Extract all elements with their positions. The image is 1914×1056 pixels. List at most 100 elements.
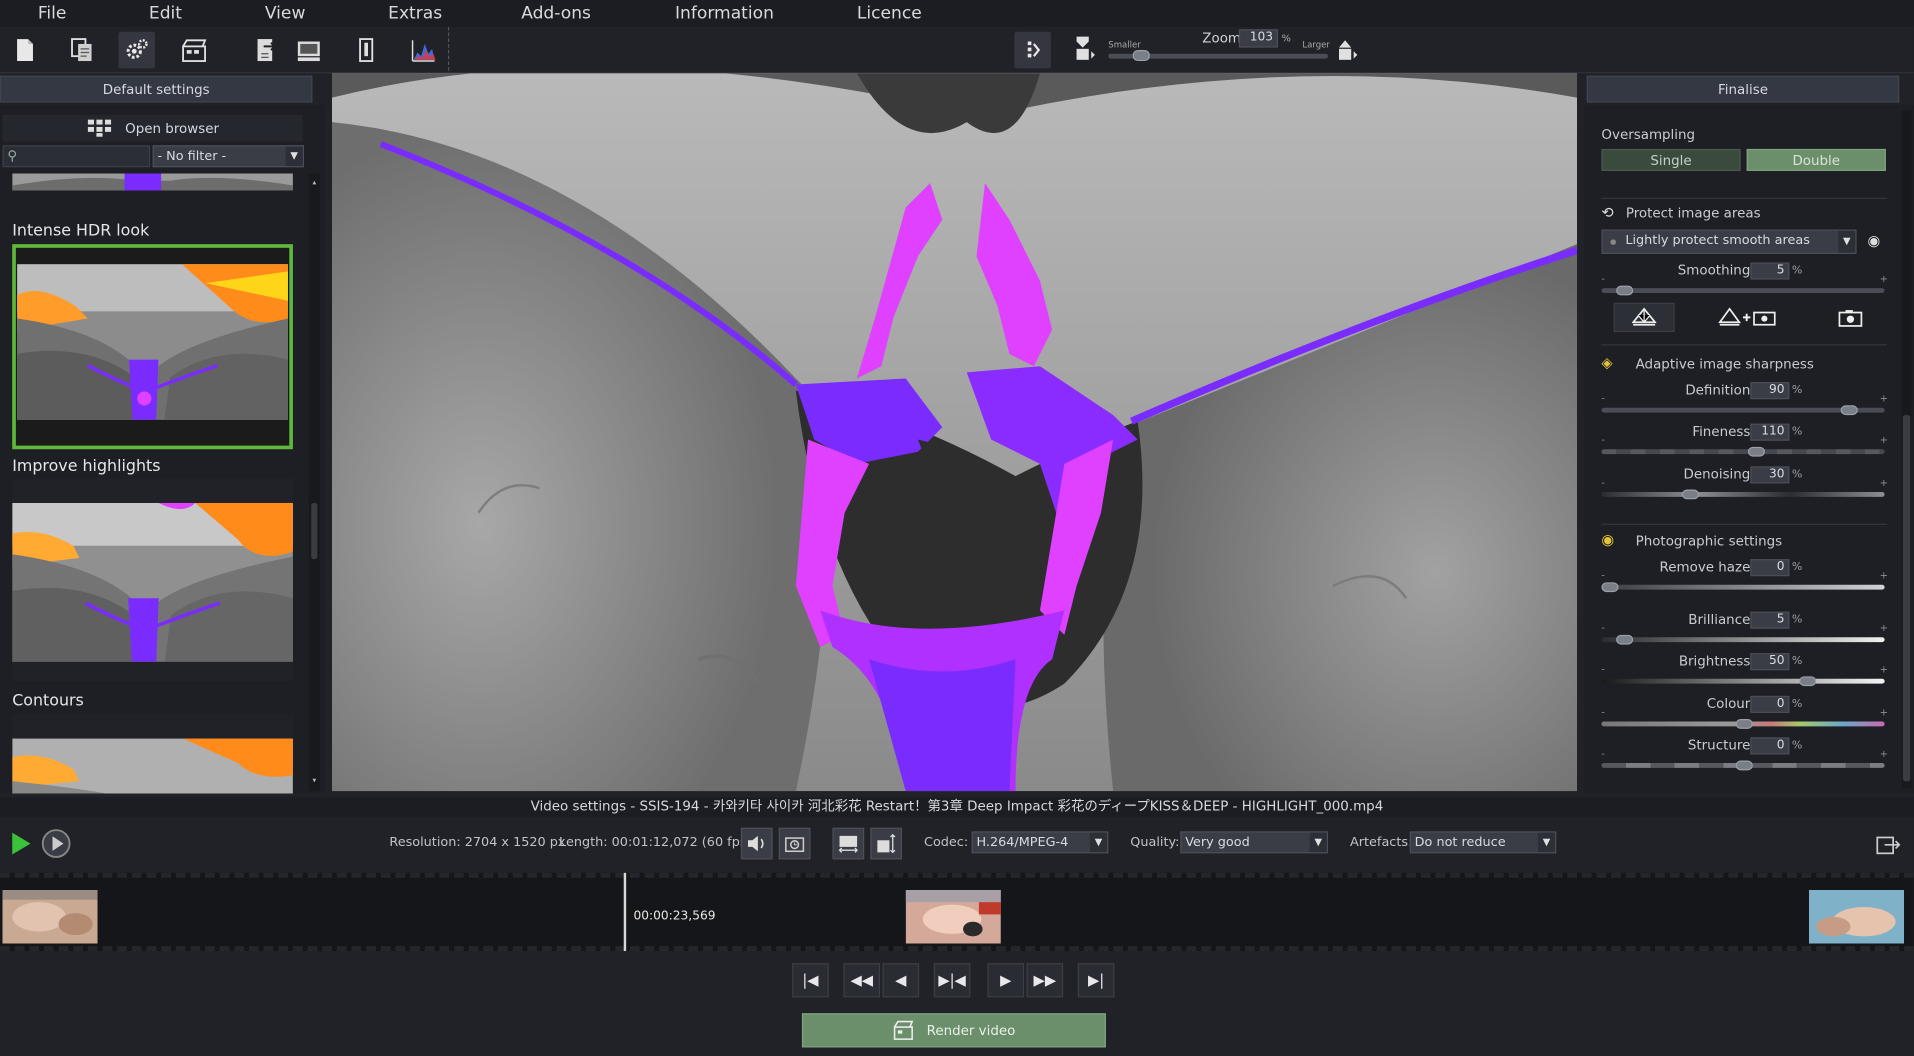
menu-extras[interactable]: Extras [388, 4, 442, 24]
oversampling-double-button[interactable]: Double [1746, 148, 1886, 171]
audio-button[interactable] [740, 827, 773, 860]
codec-dropdown[interactable]: H.264/MPEG-4 ▼ [971, 831, 1109, 854]
go-to-end-button[interactable]: ▶| [1077, 963, 1115, 998]
remove-haze-value[interactable]: 0 [1750, 559, 1790, 577]
denoising-slider-knob[interactable] [1681, 489, 1700, 500]
monitor-icon[interactable] [291, 32, 328, 69]
split-view-icon[interactable] [1014, 31, 1051, 69]
structure-value[interactable]: 0 [1750, 737, 1790, 755]
preset-thumbnail-contours[interactable] [12, 714, 293, 794]
brightness-slider[interactable] [1601, 678, 1885, 684]
thermometer-icon[interactable] [348, 32, 385, 69]
rewind-button[interactable]: ◀◀ [843, 963, 881, 998]
menu-edit[interactable]: Edit [149, 4, 182, 24]
fast-forward-button[interactable]: ▶▶ [1026, 963, 1064, 998]
next-frame-icon: ▶ [1000, 971, 1012, 989]
colour-slider-knob[interactable] [1735, 719, 1753, 729]
smoothing-slider-knob[interactable] [1616, 285, 1634, 296]
percent-sign: % [1791, 561, 1803, 574]
render-video-button[interactable]: Render video [801, 1013, 1106, 1048]
artefacts-label: Artefacts: [1349, 835, 1413, 850]
video-controls-row: Resolution: 2704 x 1520 px Length: 00:01… [0, 817, 1914, 870]
scroll-down-icon[interactable]: ▾ [309, 776, 320, 786]
histogram-icon[interactable] [405, 32, 442, 69]
preset-thumbnail-intense-hdr[interactable] [12, 244, 293, 450]
zoom-slider-knob[interactable] [1132, 50, 1150, 62]
brilliance-slider-knob[interactable] [1616, 634, 1634, 645]
finalise-header[interactable]: Finalise [1586, 75, 1900, 103]
snapshot-button[interactable] [778, 827, 811, 860]
video-timeline[interactable]: 00:00:23,569 [0, 872, 1914, 952]
play-preview-icon[interactable] [40, 828, 72, 860]
play-icon[interactable] [5, 829, 34, 858]
preset-search-input[interactable]: ⚲ [2, 145, 151, 168]
menu-view[interactable]: View [265, 4, 306, 24]
remove-haze-slider-knob[interactable] [1601, 582, 1619, 593]
fit-width-button[interactable] [832, 827, 865, 860]
menu-addons[interactable]: Add-ons [521, 4, 591, 24]
film-clapper-icon[interactable] [176, 32, 213, 69]
minus-sign: - [1601, 273, 1605, 285]
remove-haze-slider[interactable] [1601, 584, 1885, 590]
go-to-start-button[interactable]: |◀ [792, 963, 829, 998]
denoising-slider[interactable] [1601, 491, 1885, 497]
protect-mode-camera-button[interactable] [1826, 303, 1875, 332]
settings-gear-icon[interactable] [118, 31, 156, 69]
plus-sign: + [1879, 434, 1888, 446]
finalise-scroll-thumb[interactable] [1902, 415, 1911, 782]
copy-document-icon[interactable] [63, 32, 100, 69]
preset-thumbnail-improve-highlights[interactable] [12, 478, 293, 682]
center-marker-button[interactable]: ▶|◀ [933, 963, 971, 998]
menu-licence[interactable]: Licence [857, 4, 922, 24]
menu-file[interactable]: File [38, 4, 67, 24]
fit-height-button[interactable] [870, 827, 903, 860]
export-icon[interactable] [248, 32, 285, 69]
scroll-up-icon[interactable]: ▴ [309, 178, 320, 188]
preset-filter-dropdown[interactable]: - No filter - ▼ [152, 145, 304, 168]
codec-label: Codec: [923, 835, 969, 850]
zoom-value-field[interactable]: 103 [1238, 29, 1278, 48]
fast-forward-icon: ▶▶ [1033, 971, 1057, 989]
quality-dropdown[interactable]: Very good ▼ [1180, 831, 1329, 854]
protect-mode-shape-button[interactable] [1613, 302, 1675, 333]
brilliance-slider[interactable] [1601, 637, 1885, 643]
menu-information[interactable]: Information [675, 4, 774, 24]
smoothing-value[interactable]: 5 [1750, 262, 1790, 280]
preset-thumbnail-partial[interactable] [12, 173, 293, 191]
preset-list-scrollbar[interactable]: ▴ ▾ [308, 173, 320, 792]
fineness-value[interactable]: 110 [1750, 423, 1790, 441]
finalise-scrollbar[interactable] [1901, 109, 1912, 789]
brilliance-value[interactable]: 5 [1750, 611, 1790, 629]
fineness-slider-knob[interactable] [1747, 446, 1765, 457]
timeline-thumbnail[interactable] [1808, 889, 1905, 944]
timeline-thumbnail[interactable] [905, 889, 1001, 944]
definition-value[interactable]: 90 [1750, 382, 1790, 400]
previous-frame-button[interactable]: ◀ [882, 963, 920, 998]
brightness-value[interactable]: 50 [1750, 653, 1790, 671]
next-frame-button[interactable]: ▶ [987, 963, 1025, 998]
fineness-slider[interactable] [1601, 449, 1885, 455]
search-icon: ⚲ [7, 147, 18, 164]
definition-slider-knob[interactable] [1840, 405, 1858, 416]
timeline-thumbnail[interactable] [2, 889, 98, 944]
eye-preview-icon[interactable]: ◉ [1868, 232, 1881, 249]
percent-sign: % [1791, 384, 1803, 397]
oversampling-single-button[interactable]: Single [1601, 148, 1741, 171]
protect-areas-dropdown[interactable]: ● Lightly protect smooth areas ▼ [1601, 229, 1857, 254]
default-settings-header[interactable]: Default settings [0, 75, 313, 103]
smoothing-slider[interactable] [1601, 288, 1885, 293]
zoom-larger-icon[interactable] [1334, 34, 1361, 63]
video-export-settings-button[interactable] [1872, 828, 1904, 860]
structure-slider-knob[interactable] [1735, 760, 1753, 771]
open-browser-button[interactable]: Open browser [2, 114, 303, 142]
playhead[interactable] [623, 872, 627, 952]
denoising-value[interactable]: 30 [1750, 466, 1790, 484]
colour-value[interactable]: 0 [1750, 695, 1790, 713]
new-document-icon[interactable] [6, 32, 43, 69]
image-preview[interactable] [332, 73, 1578, 792]
artefacts-dropdown[interactable]: Do not reduce ▼ [1409, 831, 1557, 854]
protect-mode-shape-camera-button[interactable] [1711, 303, 1784, 332]
zoom-smaller-icon[interactable] [1072, 34, 1099, 63]
preset-scroll-thumb[interactable] [311, 502, 318, 560]
brightness-slider-knob[interactable] [1799, 676, 1817, 687]
